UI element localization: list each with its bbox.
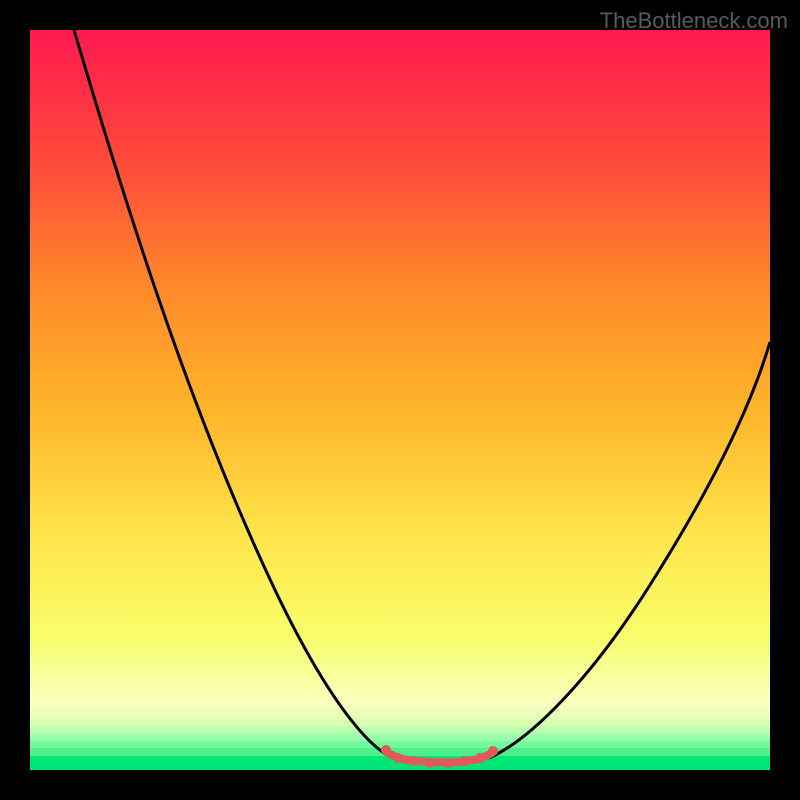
- gradient-background: [30, 30, 770, 770]
- chart-container: [30, 30, 770, 770]
- chart-svg: [30, 30, 770, 770]
- watermark-text: TheBottleneck.com: [600, 8, 788, 34]
